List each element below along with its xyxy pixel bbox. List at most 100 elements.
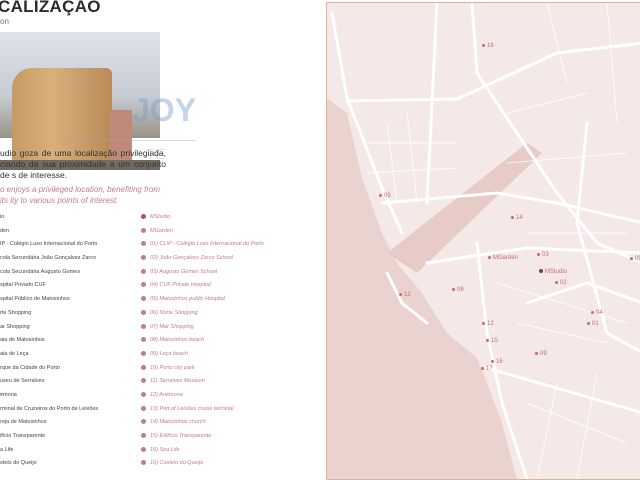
legend-label: 12) Anémona	[150, 391, 183, 398]
pin-icon	[141, 214, 146, 220]
page-subtitle: on	[0, 17, 9, 26]
legend-item: cola Secundária João Gonçalves Zarco	[0, 252, 98, 266]
legend-item: ar Shopping	[0, 321, 98, 335]
map-marker[interactable]: 01	[587, 321, 599, 327]
legend-label: MGarden	[150, 227, 173, 234]
legend-label: stelo do Queijo	[0, 460, 37, 467]
map-marker[interactable]: MGarden	[488, 255, 518, 261]
marker-dot-icon	[481, 366, 484, 370]
marker-label: 09	[384, 193, 391, 199]
legend-label: IP - Colégio Luso Internacional do Porto	[0, 241, 98, 248]
legend-label: 01) CLIP - Colégio Luso Internacional do…	[150, 241, 264, 248]
legend-label: 14) Matosinhos church	[150, 419, 206, 426]
pin-icon	[141, 378, 146, 384]
legend-label: 09) Leça beach	[150, 350, 188, 357]
legend-label: 05) Matosinhos public Hospital	[150, 296, 225, 303]
map-marker[interactable]: 17	[481, 366, 493, 372]
map-marker[interactable]: 14	[511, 215, 523, 221]
legend-item: stelo do Queijo	[0, 457, 98, 471]
legend-item: 10) Porto city park	[141, 362, 264, 376]
pin-icon	[141, 268, 146, 274]
legend-item: 12) Anémona	[141, 389, 264, 403]
legend-item: 08) Matosinhos beach	[141, 334, 264, 348]
marker-dot-icon	[482, 321, 485, 325]
legend-item: den	[0, 225, 98, 239]
legend-item: io	[0, 211, 98, 225]
legend-label: useu de Serralves	[0, 378, 45, 385]
map-marker[interactable]: 16	[491, 359, 503, 365]
legend-label: 13) Port of Leixões cruise terminal	[150, 405, 234, 412]
marker-dot-icon	[486, 338, 489, 342]
map-background	[327, 3, 640, 479]
map-marker[interactable]: 16	[482, 43, 494, 49]
legend-en: MStudio MGarden 01) CLIP - Colégio Luso In…	[141, 211, 264, 471]
legend-item: aia de Leça	[0, 348, 98, 362]
marker-label: 16	[496, 359, 503, 365]
marker-label: 09	[540, 351, 547, 357]
legend-item: reja de Matosinhos	[0, 416, 98, 430]
pin-icon	[141, 350, 146, 356]
legend-label: aia de Matosinhos	[0, 337, 45, 344]
pin-icon	[141, 405, 146, 411]
legend-label: spital Público de Matosinhos	[0, 296, 70, 303]
marker-label: 03	[542, 252, 549, 258]
pin-icon	[141, 337, 146, 343]
map-marker[interactable]: 09	[379, 193, 391, 199]
legend-item: a Life	[0, 444, 98, 458]
pin-icon	[141, 309, 146, 315]
legend-label: 07) Mar Shopping	[150, 323, 194, 330]
marker-dot-icon	[379, 193, 382, 197]
pin-icon	[141, 282, 146, 288]
marker-label: 17	[486, 366, 493, 372]
legend-label: reja de Matosinhos	[0, 419, 47, 426]
legend-item: rque da Cidade do Porto	[0, 362, 98, 376]
legend-item: 16) Sea Life	[141, 444, 264, 458]
legend-label: 06) Norte Shopping	[150, 309, 198, 316]
legend-item: 02) João Gonçalves Zarco School	[141, 252, 264, 266]
marker-dot-icon	[399, 292, 402, 296]
legend-item: 05) Matosinhos public Hospital	[141, 293, 264, 307]
marker-dot-icon	[511, 215, 514, 219]
map-marker[interactable]: 15	[486, 338, 498, 344]
legend-label: den	[0, 227, 10, 234]
marker-label: 16	[487, 43, 494, 49]
map-marker[interactable]: 09	[535, 351, 547, 357]
marker-label: 14	[516, 215, 523, 221]
legend-item: 16) Castelo do Queijo	[141, 457, 264, 471]
map-marker[interactable]: MStudio	[539, 269, 567, 275]
legend-label: émona	[0, 391, 17, 398]
map-marker[interactable]: 12	[399, 292, 411, 298]
legend-item: 11) Serralves Museum	[141, 375, 264, 389]
legend-label: 04) CUF Private Hospital	[150, 282, 211, 289]
map-marker[interactable]: 05	[630, 256, 640, 262]
legend-label: a Life	[0, 446, 14, 453]
legend-label: rque da Cidade do Porto	[0, 364, 60, 371]
map-marker[interactable]: 03	[537, 252, 549, 258]
legend-item: 09) Leça beach	[141, 348, 264, 362]
pin-icon	[141, 433, 146, 439]
legend-item: 04) CUF Private Hospital	[141, 279, 264, 293]
legend-pt: io den IP - Colégio Luso Internacional do …	[0, 211, 98, 471]
legend-item: 01) CLIP - Colégio Luso Internacional do…	[141, 238, 264, 252]
legend-item: spital Privado CUF	[0, 279, 98, 293]
legend-label: MStudio	[150, 214, 171, 220]
marker-dot-icon	[587, 321, 590, 325]
legend-item: IP - Colégio Luso Internacional do Porto	[0, 238, 98, 252]
marker-dot-icon	[488, 255, 491, 259]
marker-label: 15	[491, 338, 498, 344]
map-marker[interactable]: 04	[591, 310, 603, 316]
legend-item: 06) Norte Shopping	[141, 307, 264, 321]
map-marker[interactable]: 02	[555, 280, 567, 286]
marker-label: 02	[560, 280, 567, 286]
map-marker[interactable]: 12	[482, 321, 494, 327]
location-map[interactable]: 16 09 14 MGarden 03 05 MStudio 02 12 08 04 01 12 15 09…	[326, 2, 640, 480]
legend-label: 03) Augusto Gomes School	[150, 268, 218, 275]
marker-label: MStudio	[545, 269, 568, 275]
watermark-logo: JOY	[132, 92, 197, 128]
pin-icon	[141, 364, 146, 370]
legend-label: aia de Leça	[0, 350, 29, 357]
map-marker[interactable]: 08	[452, 287, 464, 293]
marker-dot-icon	[535, 351, 538, 355]
marker-dot-icon	[555, 280, 558, 284]
marker-label: MGarden	[493, 255, 519, 261]
